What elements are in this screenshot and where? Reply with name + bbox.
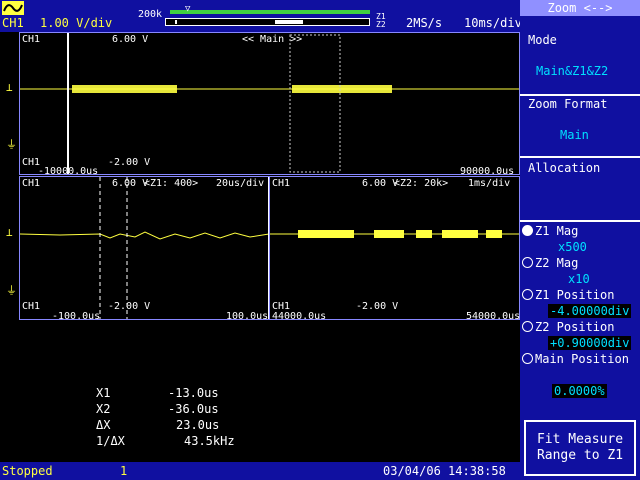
z2-ch-label: CH1 bbox=[272, 178, 291, 189]
z2-tdiv: 1ms/div bbox=[468, 178, 511, 189]
main-position-text: Main Position bbox=[535, 352, 629, 366]
z1-bottom-volt: -2.00 V bbox=[108, 301, 151, 312]
main-ground-marker-icon: ⏚ bbox=[6, 138, 17, 151]
z1-info: <Z1: 400> bbox=[144, 178, 199, 189]
timebase: 10ms/div bbox=[464, 16, 522, 30]
mode-value[interactable]: Main&Z1&Z2 bbox=[536, 64, 608, 78]
meas-x2-value: -36.0us bbox=[168, 402, 219, 416]
z1-tdiv: 20us/div bbox=[216, 178, 265, 189]
fit-measure-range-button[interactable]: Fit Measure Range to Z1 bbox=[524, 420, 636, 476]
acq-state: Stopped bbox=[2, 464, 53, 478]
z2-position-value[interactable]: +0.90000div bbox=[548, 336, 632, 350]
z2-mag-label[interactable]: Z2 Mag bbox=[522, 256, 578, 270]
z2-mag-value[interactable]: x10 bbox=[566, 272, 592, 286]
channel-label: CH1 bbox=[2, 16, 24, 30]
z1-left-time: -100.0us bbox=[52, 311, 101, 322]
zoom2-trace bbox=[270, 230, 519, 238]
z2-mag-text: Z2 Mag bbox=[535, 256, 579, 270]
main-level-marker-icon: ⊥ bbox=[6, 81, 13, 94]
meas-x1-label: X1 bbox=[96, 386, 111, 400]
rotary-knob-icon bbox=[522, 321, 533, 332]
zoom1-waveform-window[interactable]: CH1 6.00 V <Z1: 400> 20us/div CH1 -2.00 … bbox=[19, 176, 270, 322]
z2-right-time: 54000.0us bbox=[466, 311, 521, 322]
main-top-volt: 6.00 V bbox=[112, 34, 149, 45]
zoom-format-value[interactable]: Main bbox=[560, 128, 589, 142]
main-position-label[interactable]: Main Position bbox=[522, 352, 629, 366]
rotary-knob-icon bbox=[522, 257, 533, 268]
main-bottom-volt: -2.00 V bbox=[108, 157, 151, 168]
main-waveform-window[interactable]: CH1 6.00 V << Main >> CH1 -2.00 V -10000… bbox=[19, 32, 520, 177]
meas-freq-label: 1/ΔX bbox=[96, 434, 125, 448]
sample-rate: 2MS/s bbox=[406, 16, 443, 30]
z2-left-time: 44000.0us bbox=[272, 311, 327, 322]
z1-right-time: 100.0us bbox=[226, 311, 269, 322]
meas-x1-value: -13.0us bbox=[168, 386, 219, 400]
mode-label: Mode bbox=[528, 33, 557, 47]
zoom2-waveform-window[interactable]: CH1 6.00 V <Z2: 20k> 1ms/div CH1 -2.00 V… bbox=[269, 176, 521, 322]
vdiv-label: 1.00 V/div bbox=[40, 16, 113, 30]
zoom-ground-marker-icon: ⏚ bbox=[6, 284, 17, 297]
z1-top-volt: 6.00 V bbox=[112, 178, 149, 189]
fit-button-line2: Range to Z1 bbox=[536, 448, 624, 463]
z1-mag-text: Z1 Mag bbox=[535, 224, 579, 238]
main-position-value[interactable]: 0.0000% bbox=[552, 384, 607, 398]
z2-info: <Z2: 20k> bbox=[394, 178, 449, 189]
meas-freq-value: 43.5kHz bbox=[184, 434, 235, 448]
meas-x2-label: X2 bbox=[96, 402, 111, 416]
zoom-level-marker-icon: ⊥ bbox=[6, 226, 13, 239]
main-title: << Main >> bbox=[242, 34, 303, 45]
trigger-marker-icon: ▽ bbox=[185, 4, 191, 14]
z2-bottom-volt: -2.00 V bbox=[356, 301, 399, 312]
zoom1-trace bbox=[20, 177, 269, 319]
z2-top-volt: 6.00 V bbox=[362, 178, 399, 189]
z1-ch-label-bottom: CH1 bbox=[22, 301, 41, 312]
z1-mag-value[interactable]: x500 bbox=[556, 240, 589, 254]
rotary-knob-icon bbox=[522, 289, 533, 300]
record-length: 200k bbox=[138, 9, 163, 20]
rotary-knob-icon bbox=[522, 353, 533, 364]
meas-dx-label: ΔX bbox=[96, 418, 111, 432]
z1-ch-label: CH1 bbox=[22, 178, 41, 189]
z1-position-label[interactable]: Z1 Position bbox=[522, 288, 614, 302]
rotary-knob-icon bbox=[522, 225, 533, 236]
z1-position-text: Z1 Position bbox=[535, 288, 615, 302]
z2-position-label[interactable]: Z2 Position bbox=[522, 320, 614, 334]
main-trace bbox=[20, 33, 519, 174]
wave-logo-icon bbox=[2, 1, 24, 15]
z2-position-text: Z2 Position bbox=[535, 320, 615, 334]
meas-dx-value: 23.0us bbox=[176, 418, 220, 432]
record-position-bar[interactable]: ▽ bbox=[165, 4, 370, 30]
allocation-label[interactable]: Allocation bbox=[528, 161, 600, 175]
main-ch-label: CH1 bbox=[22, 34, 41, 45]
datetime: 03/04/06 14:38:58 bbox=[383, 464, 506, 478]
zoom-format-label: Zoom Format bbox=[528, 97, 608, 111]
z1-mag-label[interactable]: Z1 Mag bbox=[522, 224, 578, 238]
menu-title: Zoom <--> bbox=[520, 0, 640, 16]
z1-position-value[interactable]: -4.00000div bbox=[548, 304, 632, 318]
fit-button-line1: Fit Measure bbox=[536, 432, 624, 447]
z2-indicator: Z2 bbox=[376, 20, 386, 29]
acq-count: 1 bbox=[120, 464, 128, 478]
